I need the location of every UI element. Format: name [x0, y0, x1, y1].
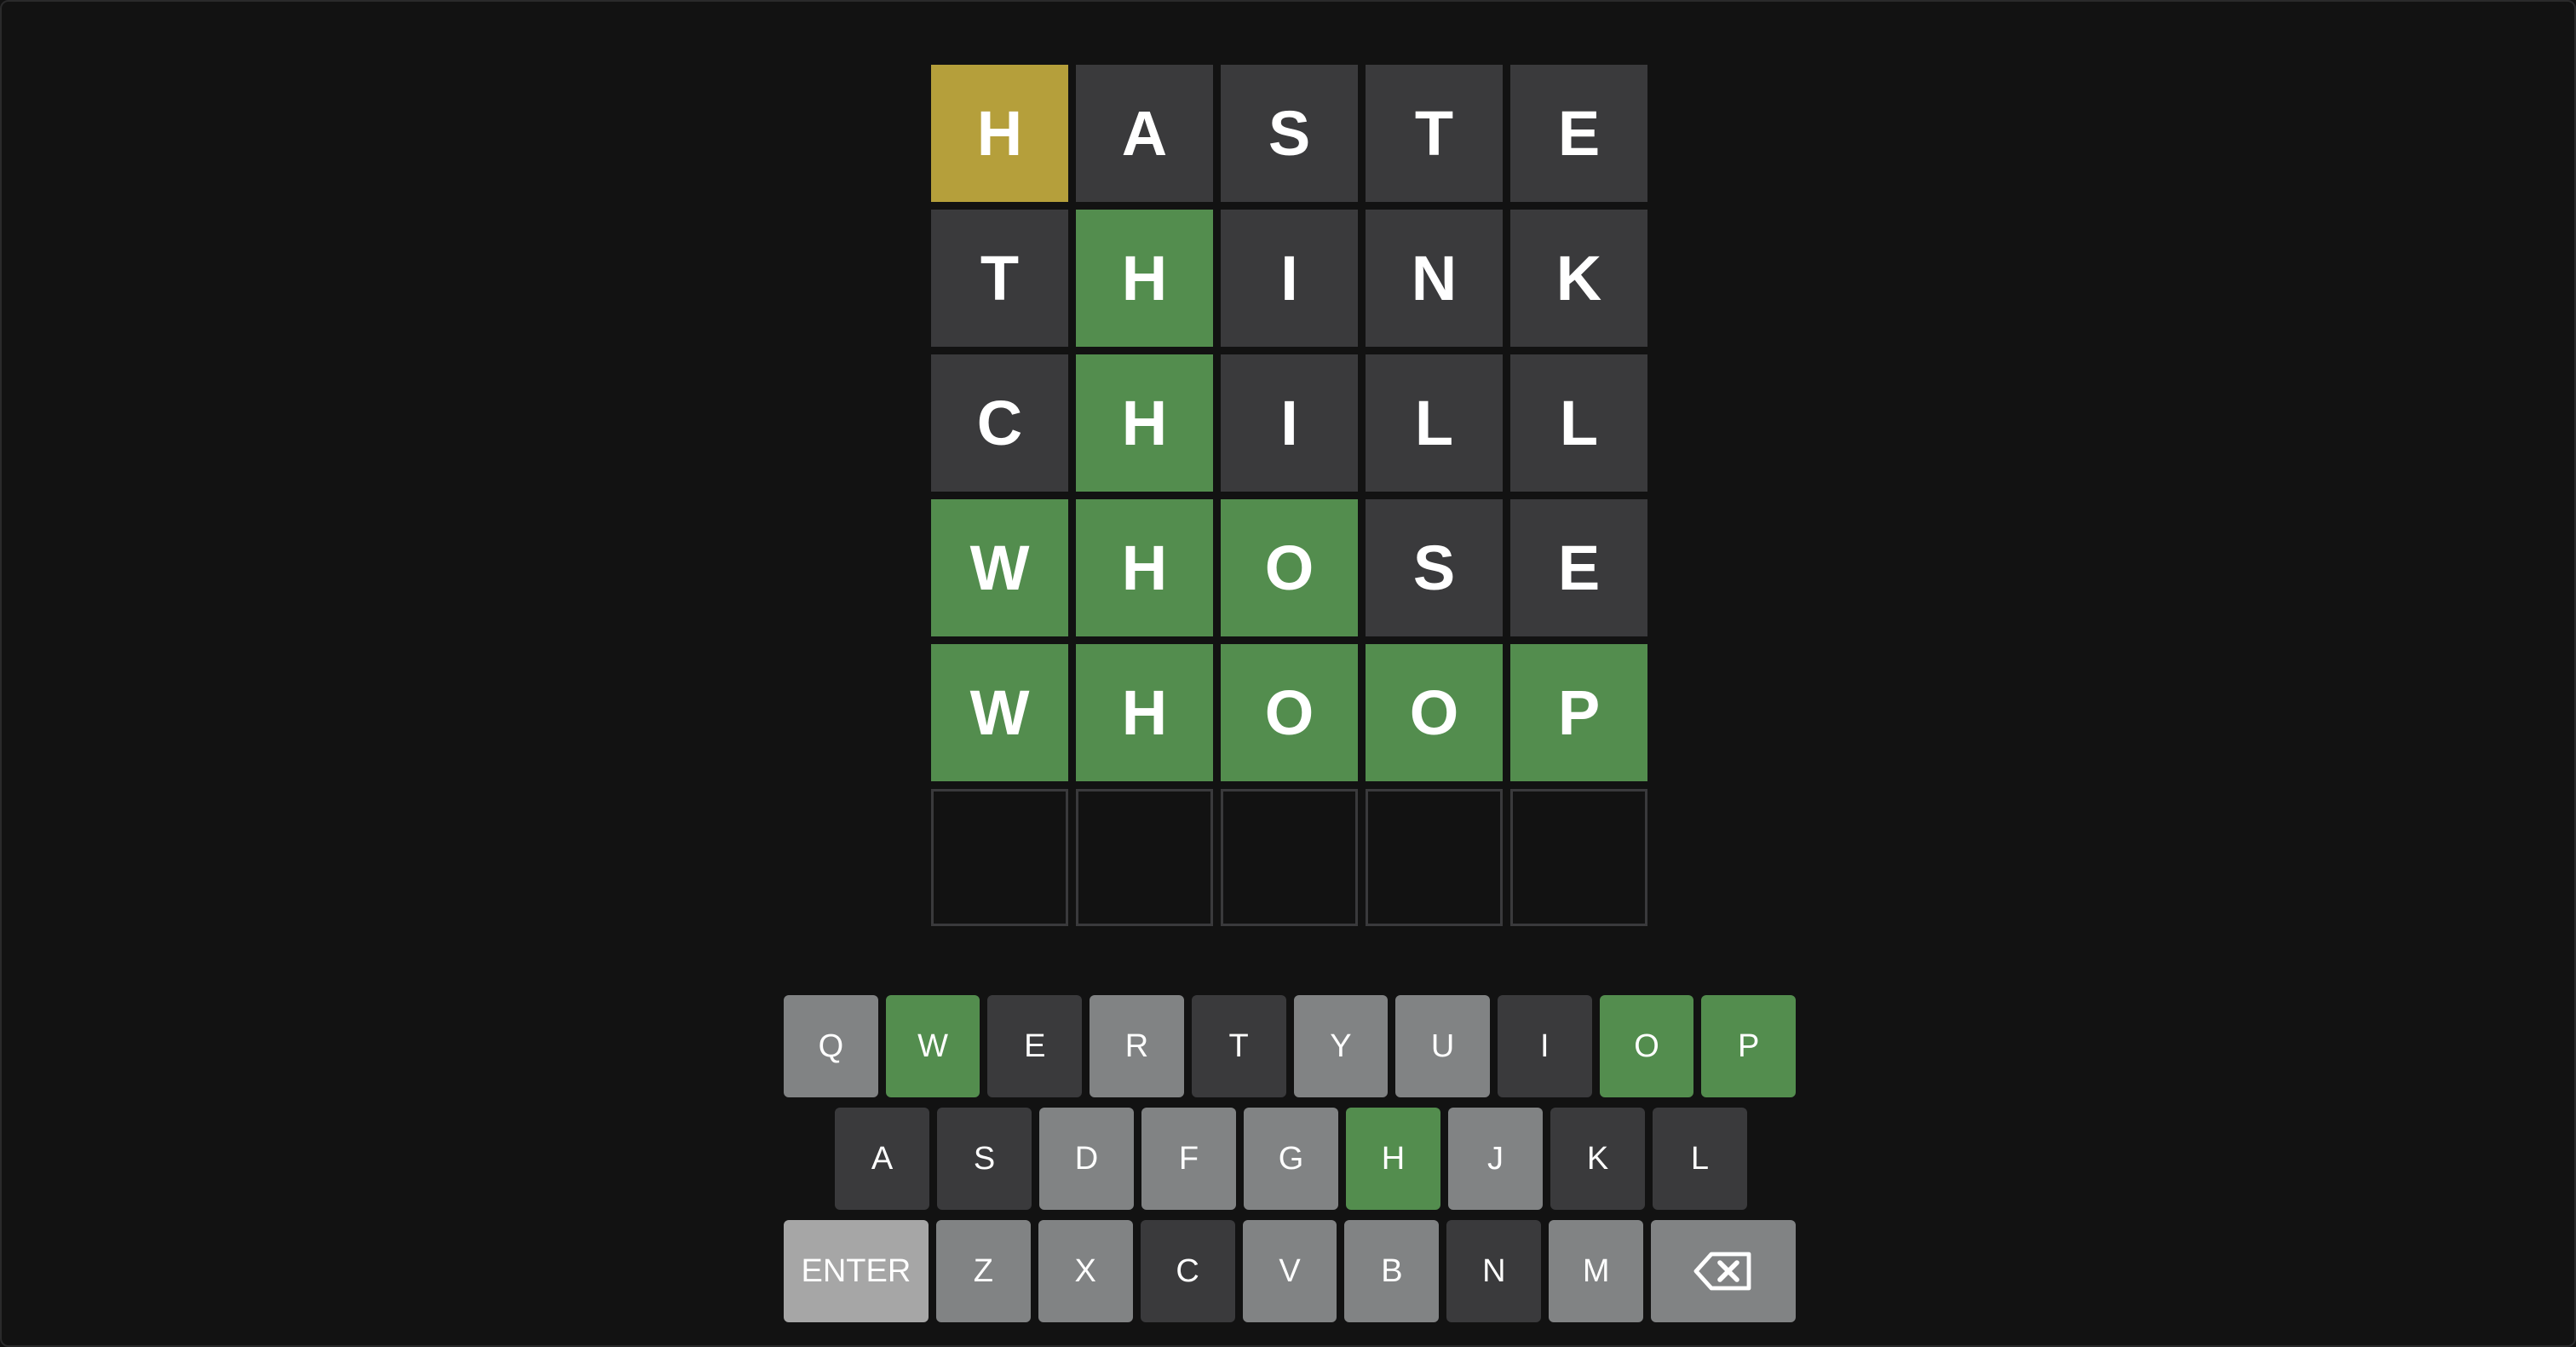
key-i[interactable]: I	[1497, 995, 1592, 1097]
letter-tile: W	[931, 644, 1068, 781]
key-t[interactable]: T	[1191, 995, 1286, 1097]
backspace-key[interactable]	[1651, 1220, 1797, 1322]
letter-tile: O	[1221, 499, 1358, 636]
empty-tile	[1366, 789, 1503, 926]
key-x[interactable]: X	[1038, 1220, 1133, 1322]
letter-tile: S	[1366, 499, 1503, 636]
key-p[interactable]: P	[1701, 995, 1797, 1097]
key-u[interactable]: U	[1395, 995, 1490, 1097]
letter-tile: H	[1076, 354, 1213, 492]
key-h[interactable]: H	[1346, 1108, 1440, 1210]
key-e[interactable]: E	[987, 995, 1083, 1097]
letter-tile: L	[1510, 354, 1647, 492]
game-board: HASTETHINKCHILLWHOSEWHOOP	[931, 65, 1647, 926]
letter-tile: H	[931, 65, 1068, 202]
key-o[interactable]: O	[1599, 995, 1694, 1097]
key-w[interactable]: W	[885, 995, 980, 1097]
key-f[interactable]: F	[1141, 1108, 1236, 1210]
key-v[interactable]: V	[1242, 1220, 1337, 1322]
key-q[interactable]: Q	[784, 995, 878, 1097]
empty-tile	[931, 789, 1068, 926]
letter-tile: A	[1076, 65, 1213, 202]
letter-tile: H	[1076, 499, 1213, 636]
letter-tile: E	[1510, 499, 1647, 636]
key-d[interactable]: D	[1039, 1108, 1134, 1210]
empty-tile	[1510, 789, 1647, 926]
key-z[interactable]: Z	[935, 1220, 1031, 1322]
letter-tile: C	[931, 354, 1068, 492]
key-b[interactable]: B	[1344, 1220, 1440, 1322]
key-l[interactable]: L	[1653, 1108, 1747, 1210]
letter-tile: H	[1076, 644, 1213, 781]
letter-tile: K	[1510, 210, 1647, 347]
letter-tile: O	[1221, 644, 1358, 781]
key-y[interactable]: Y	[1293, 995, 1389, 1097]
letter-tile: I	[1221, 354, 1358, 492]
key-a[interactable]: A	[835, 1108, 929, 1210]
letter-tile: L	[1366, 354, 1503, 492]
key-n[interactable]: N	[1446, 1220, 1542, 1322]
key-s[interactable]: S	[937, 1108, 1032, 1210]
key-j[interactable]: J	[1448, 1108, 1543, 1210]
keyboard-row: ASDFGHJKL	[784, 1108, 1796, 1210]
letter-tile: H	[1076, 210, 1213, 347]
letter-tile: T	[1366, 65, 1503, 202]
letter-tile: P	[1510, 644, 1647, 781]
on-screen-keyboard: Q W E R T Y U I O P A S D F G H J K L ENTER Z X C V B N M	[784, 995, 1797, 1333]
backspace-icon	[1693, 1252, 1751, 1291]
letter-tile: W	[931, 499, 1068, 636]
keyboard-row: ENTER Z X C V B N M	[784, 1220, 1797, 1322]
letter-tile: T	[931, 210, 1068, 347]
letter-tile: E	[1510, 65, 1647, 202]
letter-tile: I	[1221, 210, 1358, 347]
empty-tile	[1221, 789, 1358, 926]
letter-tile: N	[1366, 210, 1503, 347]
key-g[interactable]: G	[1244, 1108, 1338, 1210]
keyboard-row: QWERTYUIOP	[784, 995, 1797, 1097]
key-m[interactable]: M	[1549, 1220, 1644, 1322]
key-k[interactable]: K	[1550, 1108, 1645, 1210]
letter-tile: O	[1366, 644, 1503, 781]
enter-key[interactable]: ENTER	[784, 1220, 929, 1322]
letter-tile: S	[1221, 65, 1358, 202]
empty-tile	[1076, 789, 1213, 926]
key-r[interactable]: R	[1090, 995, 1184, 1097]
key-c[interactable]: C	[1140, 1220, 1235, 1322]
game-window: HASTETHINKCHILLWHOSEWHOOP QWERTYUIOPASDF…	[0, 0, 2576, 1347]
